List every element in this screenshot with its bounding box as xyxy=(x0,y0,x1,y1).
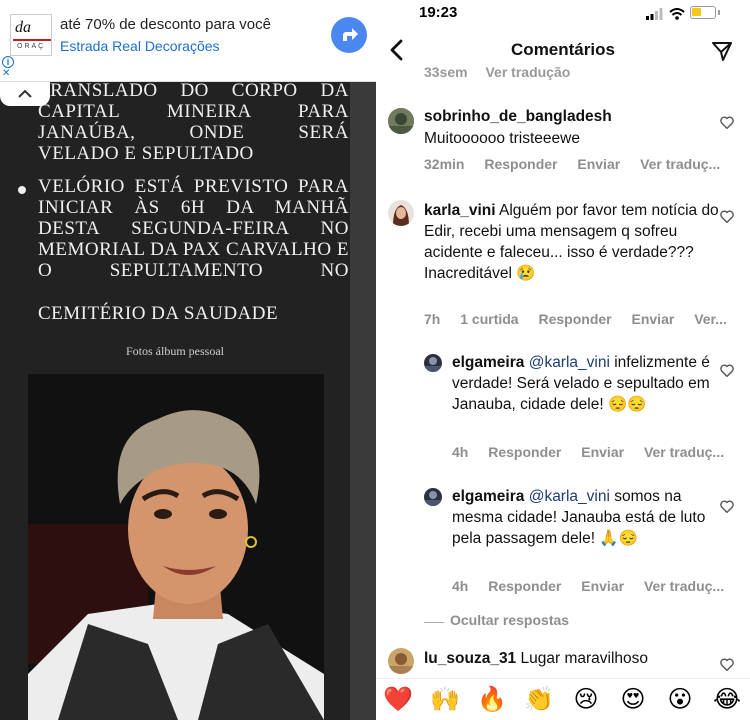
send-button[interactable]: Enviar xyxy=(632,311,675,327)
article-panel: da ORAÇ até 70% de desconto para você Es… xyxy=(0,0,376,720)
previous-comment-time: 33sem xyxy=(424,64,468,80)
avatar[interactable] xyxy=(388,108,414,134)
photo-caption: Fotos álbum pessoal xyxy=(126,344,224,358)
page-gutter xyxy=(350,0,376,720)
emoji-raised-hands[interactable]: 🙌 xyxy=(430,685,460,713)
ad-directions-button[interactable] xyxy=(331,17,367,53)
comment-username[interactable]: elgameira xyxy=(452,488,524,505)
comment-username[interactable]: sobrinho_de_bangladesh xyxy=(424,108,612,125)
heart-icon[interactable] xyxy=(720,500,734,513)
share-direct-icon[interactable] xyxy=(710,39,734,63)
divider xyxy=(424,622,444,623)
ad-title[interactable]: até 70% de desconto para você xyxy=(60,16,271,33)
article-paragraph-1: TRANSLADO DO CORPO DA CAPITAL MINEIRA PA… xyxy=(38,80,349,143)
heart-icon[interactable] xyxy=(720,658,734,671)
comment-username[interactable]: karla_vini xyxy=(424,202,496,219)
comment-username[interactable]: elgameira xyxy=(452,354,524,371)
emoji-crying[interactable]: 😢 xyxy=(571,685,601,713)
emoji-surprised[interactable]: 😮 xyxy=(665,685,695,713)
send-button[interactable]: Enviar xyxy=(581,578,624,594)
turn-right-arrow-icon xyxy=(343,28,358,41)
avatar[interactable] xyxy=(424,488,442,506)
article-paragraph-2-last: CEMITÉRIO DA SAUDADE xyxy=(38,303,279,324)
ad-advertiser[interactable]: Estrada Real Decorações xyxy=(60,38,220,54)
article-photo xyxy=(28,374,324,720)
comment-meta: 32min Responder Enviar Ver traduç... xyxy=(424,156,736,172)
battery-icon xyxy=(690,6,716,19)
article-paragraph-2: VELÓRIO ESTÁ PREVISTO PARA INICIAR ÀS 6H… xyxy=(38,176,349,281)
hide-replies-button[interactable]: Ocultar respostas xyxy=(450,612,569,628)
reply-button[interactable]: Responder xyxy=(488,578,561,594)
heart-icon[interactable] xyxy=(720,116,734,129)
chevron-up-icon xyxy=(18,89,32,98)
send-button[interactable]: Enviar xyxy=(581,444,624,460)
comment-username[interactable]: lu_souza_31 xyxy=(424,650,516,667)
reply-button[interactable]: Responder xyxy=(484,156,557,172)
reply-body: elgameira @karla_vini somos na mesma cid… xyxy=(452,486,724,549)
comment-meta: 4h Responder Enviar Ver traduç... xyxy=(452,578,740,594)
emoji-clap[interactable]: 👏 xyxy=(524,685,554,713)
see-translation-link[interactable]: Ver traduç... xyxy=(644,578,724,594)
emoji-laughing[interactable]: 😂 xyxy=(712,685,742,713)
see-translation-link[interactable]: Ver tradução xyxy=(485,64,570,80)
send-button[interactable]: Enviar xyxy=(577,156,620,172)
ad-info-icon[interactable]: i xyxy=(2,56,14,68)
comment-body: lu_souza_31 Lugar maravilhoso xyxy=(424,648,724,669)
comment-time: 32min xyxy=(424,156,465,172)
comment-meta: 7h 1 curtida Responder Enviar Ver... xyxy=(424,311,743,327)
reply-button[interactable]: Responder xyxy=(488,444,561,460)
emoji-heart-eyes[interactable]: 😍 xyxy=(618,685,648,713)
comment-text: Lugar maravilhoso xyxy=(520,650,649,667)
article-paragraph-1-last: VELADO E SEPULTADO xyxy=(38,143,254,164)
comment-time: 4h xyxy=(452,444,469,460)
ad-logo-sub: ORAÇ xyxy=(17,43,46,50)
see-translation-link[interactable]: Ver traduç... xyxy=(640,156,720,172)
emoji-reaction-bar: ❤️ 🙌 🔥 👏 😢 😍 😮 😂 xyxy=(376,678,750,720)
avatar[interactable] xyxy=(388,648,414,674)
reply-body: elgameira @karla_vini infelizmente é ver… xyxy=(452,352,724,415)
heart-icon[interactable] xyxy=(720,364,734,377)
comments-screen: 19:23 Comentários 33sem Ver tradução sob… xyxy=(376,0,750,720)
mention-link[interactable]: @karla_vini xyxy=(529,354,610,371)
comment-time: 7h xyxy=(424,311,441,327)
ad-banner[interactable]: da ORAÇ até 70% de desconto para você Es… xyxy=(0,0,376,82)
comment-body: sobrinho_de_bangladesh xyxy=(424,106,724,127)
ad-logo-text: da xyxy=(15,19,31,36)
ad-logo: da ORAÇ xyxy=(10,14,52,56)
heart-icon[interactable] xyxy=(720,210,734,223)
see-translation-link[interactable]: Ver... xyxy=(694,311,727,327)
likes-count[interactable]: 1 curtida xyxy=(460,311,518,327)
see-translation-link[interactable]: Ver traduç... xyxy=(644,444,724,460)
avatar[interactable] xyxy=(388,200,414,226)
ad-close-icon[interactable]: ✕ xyxy=(2,68,10,79)
emoji-heart[interactable]: ❤️ xyxy=(383,685,413,713)
avatar[interactable] xyxy=(424,354,442,372)
ad-collapse-tab[interactable] xyxy=(0,82,50,106)
reply-button[interactable]: Responder xyxy=(538,311,611,327)
status-time: 19:23 xyxy=(419,4,458,21)
emoji-fire[interactable]: 🔥 xyxy=(477,685,507,713)
mention-link[interactable]: @karla_vini xyxy=(529,488,610,505)
page-title: Comentários xyxy=(511,40,615,59)
previous-comment-meta: 33sem Ver tradução xyxy=(424,64,584,80)
comment-time: 4h xyxy=(452,578,469,594)
comment-body: karla_vini Alguém por favor tem notícia … xyxy=(424,200,724,284)
bullet-point xyxy=(18,186,26,194)
signal-wifi-icon xyxy=(646,8,685,20)
comment-text: Muitoooooo tristeeewe xyxy=(424,130,580,147)
comment-meta: 4h Responder Enviar Ver traduç... xyxy=(452,444,740,460)
